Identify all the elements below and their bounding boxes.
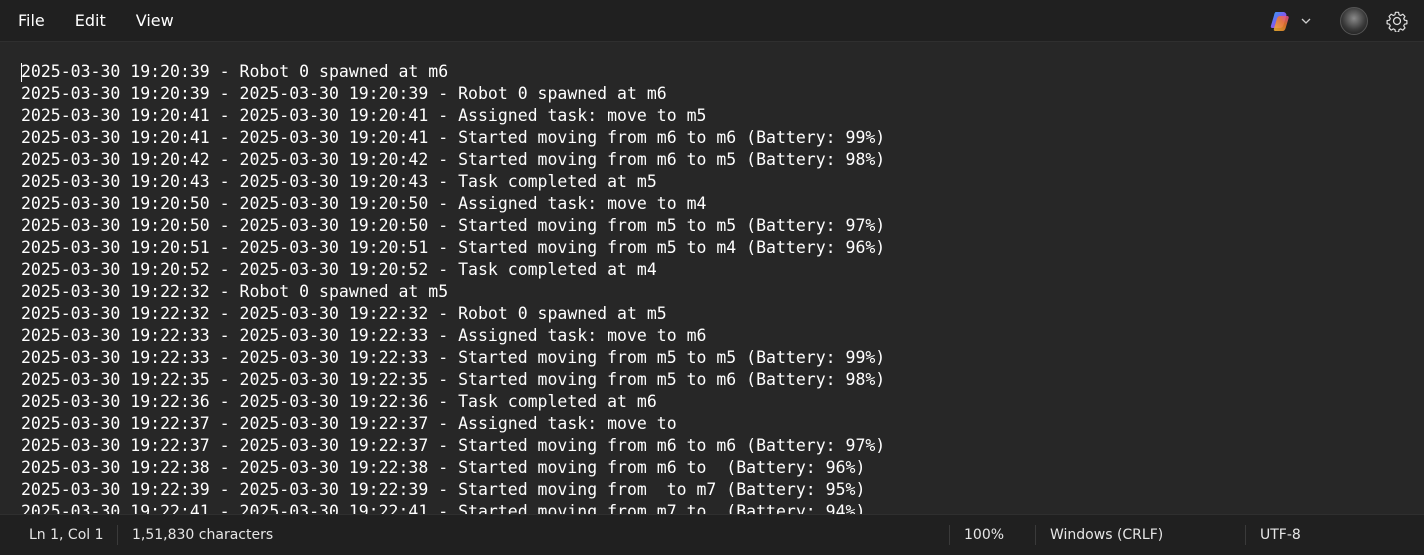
notepad-window: File Edit View 2025-03-30 19:20:39 - Rob… [0,0,1424,555]
text-line: 2025-03-30 19:22:37 - 2025-03-30 19:22:3… [21,436,886,455]
copilot-icon [1270,12,1289,31]
text-line: 2025-03-30 19:22:41 - 2025-03-30 19:22:4… [21,502,866,514]
line-ending[interactable]: Windows (CRLF) [1050,515,1163,555]
text-line: 2025-03-30 19:20:52 - 2025-03-30 19:20:5… [21,260,657,279]
menu-file[interactable]: File [6,5,57,36]
gear-icon[interactable] [1386,10,1408,32]
status-divider [949,525,950,545]
text-line: 2025-03-30 19:20:50 - 2025-03-30 19:20:5… [21,216,886,235]
editor-lines: 2025-03-30 19:20:39 - Robot 0 spawned at… [21,61,885,514]
text-line: 2025-03-30 19:22:33 - 2025-03-30 19:22:3… [21,326,707,345]
text-line: 2025-03-30 19:22:32 - Robot 0 spawned at… [21,282,449,301]
text-line: 2025-03-30 19:22:39 - 2025-03-30 19:22:3… [21,480,866,499]
zoom-level[interactable]: 100% [964,515,1004,555]
text-line: 2025-03-30 19:20:51 - 2025-03-30 19:20:5… [21,238,886,257]
text-line: 2025-03-30 19:22:36 - 2025-03-30 19:22:3… [21,392,657,411]
character-count: 1,51,830 characters [132,527,274,543]
status-divider [1035,525,1036,545]
chevron-down-icon [1301,18,1311,24]
menu-bar: File Edit View [0,0,1424,42]
text-line: 2025-03-30 19:20:50 - 2025-03-30 19:20:5… [21,194,707,213]
text-line: 2025-03-30 19:20:41 - 2025-03-30 19:20:4… [21,128,886,147]
status-divider [117,525,118,545]
menu-view[interactable]: View [124,5,186,36]
text-line: 2025-03-30 19:20:43 - 2025-03-30 19:20:4… [21,172,657,191]
text-line: 2025-03-30 19:22:38 - 2025-03-30 19:22:3… [21,458,866,477]
menu-edit[interactable]: Edit [63,5,118,36]
status-bar: Ln 1, Col 1 1,51,830 characters 100% Win… [0,514,1424,555]
text-line: 2025-03-30 19:20:39 - Robot 0 spawned at… [21,62,449,81]
copilot-button[interactable] [1264,5,1318,37]
text-line: 2025-03-30 19:20:42 - 2025-03-30 19:20:4… [21,150,886,169]
menubar-actions [1264,0,1424,42]
text-line: 2025-03-30 19:22:37 - 2025-03-30 19:22:3… [21,414,677,433]
text-line: 2025-03-30 19:22:33 - 2025-03-30 19:22:3… [21,348,886,367]
text-line: 2025-03-30 19:20:39 - 2025-03-30 19:20:3… [21,84,667,103]
text-line: 2025-03-30 19:22:32 - 2025-03-30 19:22:3… [21,304,667,323]
text-line: 2025-03-30 19:22:35 - 2025-03-30 19:22:3… [21,370,886,389]
status-divider [1245,525,1246,545]
encoding[interactable]: UTF-8 [1260,515,1301,555]
text-editor[interactable]: 2025-03-30 19:20:39 - Robot 0 spawned at… [0,42,1424,514]
avatar[interactable] [1340,7,1368,35]
text-line: 2025-03-30 19:20:41 - 2025-03-30 19:20:4… [21,106,707,125]
cursor-position[interactable]: Ln 1, Col 1 [29,515,104,555]
